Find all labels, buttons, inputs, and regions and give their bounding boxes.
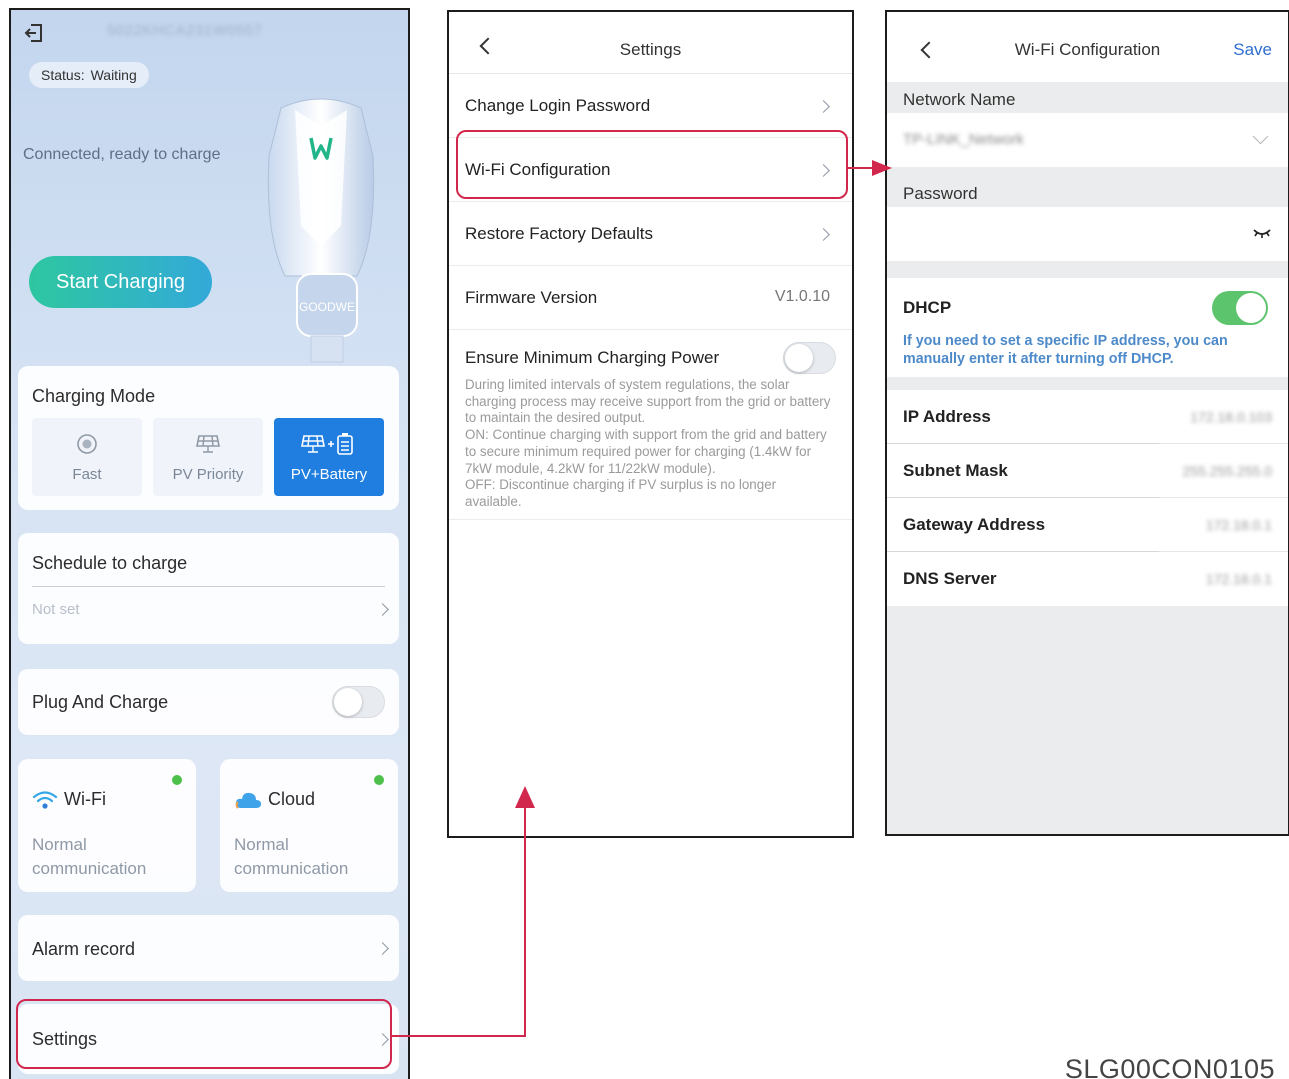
arrow-head-right [872,160,892,176]
arrow-head-up [515,786,535,808]
arrow-settings-to-settings-screen [392,800,526,1037]
document-code: SLG00CON0105 [1064,1054,1275,1079]
flow-arrows [392,160,892,1037]
